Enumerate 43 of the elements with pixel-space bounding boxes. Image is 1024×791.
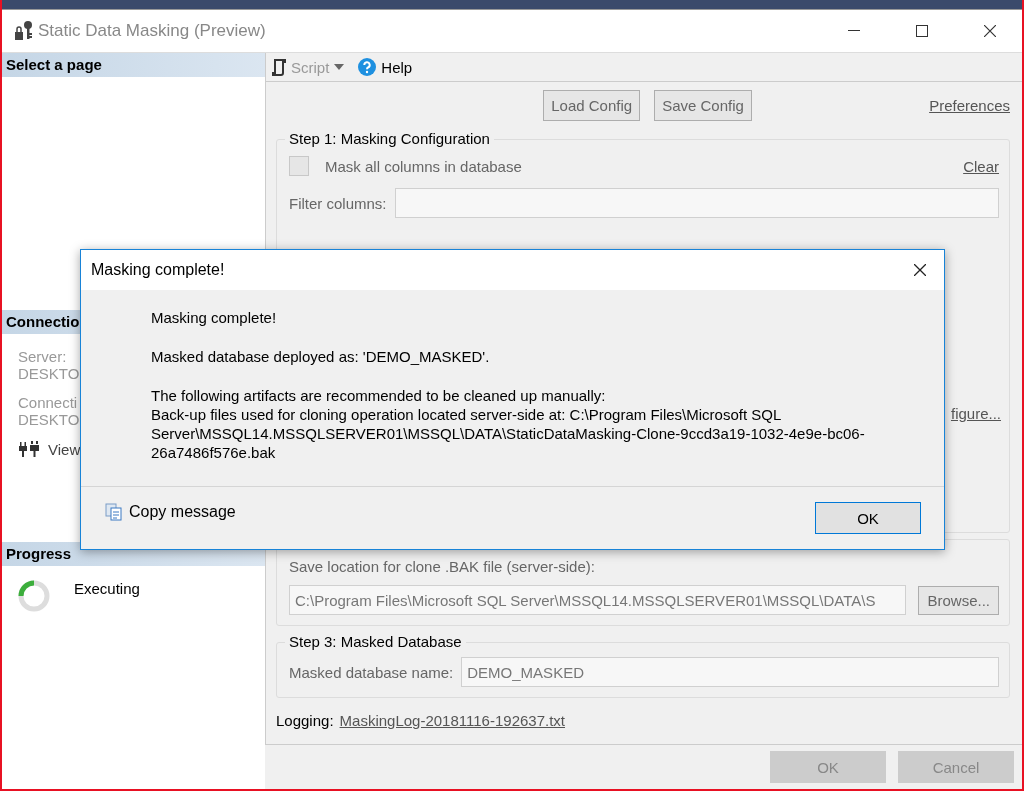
checkbox-label: Mask all columns in database [325,157,522,175]
config-button[interactable]: Load Config [543,90,641,121]
save-location-field[interactable]: C:\Program Files\Microsoft SQL Server\MSSQL14.MSSQLSERVER01\MSSQL\DATA\S [289,585,907,615]
logging-label: Logging: [276,712,334,729]
connection-plug-icon [18,440,40,458]
dropdown-caret-icon [334,64,345,70]
group-title: Step 1: Masking Configuration [285,130,494,147]
field-label: Server: [18,348,67,365]
spinner-icon [16,578,52,614]
message-text: The following artifacts are recommended to be cleaned up manually: [151,386,607,405]
script-icon [272,58,286,76]
window-title: Static Data Masking (Preview) [38,21,266,41]
message-text: Back-up files used for cloning operation located server-side at: C:\Program Files\Microsoft SQL Server\MSSQL14.MSSQLSERVER01\MSSQL\DATA\StaticDataMasking-Clone-9ccd3a19-1032-4e9e-bc06-26a7486f576e.bak [151,405,866,462]
view-link[interactable]: View [48,440,81,458]
field-label: Connecti [18,394,78,411]
maximize-icon[interactable] [916,25,928,37]
preferences-link[interactable]: Preferences [929,97,1010,114]
ok-button[interactable]: OK [815,502,921,534]
status-text: Executing [74,580,140,597]
field-value: DESKTO [18,365,80,382]
help-button[interactable]: Help [358,58,413,76]
copy-icon [105,503,123,521]
log-file-link[interactable]: MaskingLog-20181116-192637.txt [339,712,565,729]
field-value: DESKTO [18,411,80,428]
close-icon[interactable] [914,264,926,276]
section-header: Select a page [2,53,265,77]
minimize-icon[interactable] [848,30,860,32]
browse-button[interactable]: Browse... [918,585,999,615]
config-button[interactable]: Save Config [654,90,752,121]
field-label: Filter columns: [289,194,387,212]
group-title: Step 3: Masked Database [285,633,466,650]
checkbox[interactable] [289,156,309,176]
configure-link[interactable]: figure... [950,405,1001,422]
field-label: Save location for clone .BAK file (server-side): [289,558,596,575]
database-name-field[interactable]: DEMO_MASKED [461,657,999,687]
close-icon[interactable] [984,25,996,37]
help-icon [358,58,377,76]
clear-link[interactable]: Clear [963,157,999,175]
message-text: Masked database deployed as: 'DEMO_MASKED'. [151,347,491,366]
dialog-title: Masking complete! [91,261,225,279]
key-lock-icon [14,20,34,42]
copy-message-button[interactable]: Copy message [105,503,236,521]
field-label: Masked database name: [289,663,454,681]
